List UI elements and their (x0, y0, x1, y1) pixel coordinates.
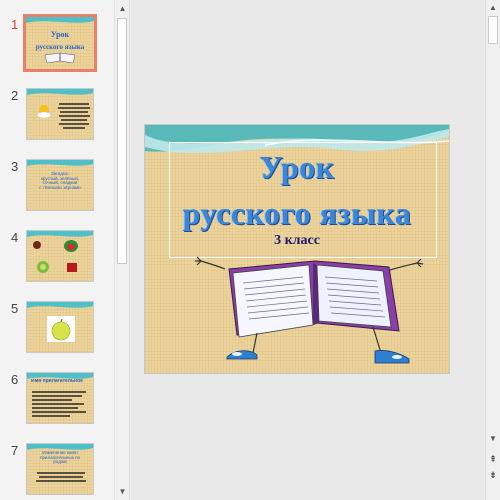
slide-number: 1 (11, 17, 19, 32)
slide-number: 4 (11, 230, 19, 245)
slide-preview (26, 88, 94, 140)
slide-text: Изменение имён прилагательных по родам (39, 451, 81, 465)
slide-thumbnail-1[interactable]: 1 Урок русского языка 3 класс (0, 14, 114, 89)
slide-title-line1: Урок (50, 29, 70, 39)
book-illustration[interactable] (177, 253, 427, 373)
slide-editing-area: Урок русского языка 3 класс (131, 0, 485, 500)
slide-preview: Изменение имён прилагательных по родам (26, 443, 94, 495)
slide-scrollbar[interactable]: ▲ ▼ ⇞ ⇟ (485, 0, 500, 500)
slide-body-lines (35, 470, 87, 484)
slide-text: Имя прилагательное (31, 379, 83, 384)
previous-slide-icon[interactable]: ⇞ (486, 452, 500, 466)
slide-preview: Имя прилагательное (26, 372, 94, 424)
slide-title-line1[interactable]: Урок (145, 149, 449, 186)
slide-number: 6 (11, 372, 19, 387)
slide-subtitle[interactable]: 3 класс (145, 233, 449, 249)
slide-preview (26, 230, 94, 282)
slide-thumbnail-4[interactable]: 4 (0, 230, 114, 302)
next-slide-icon[interactable]: ⇟ (486, 468, 500, 482)
scrollbar-thumb[interactable] (117, 18, 127, 264)
book-icon (44, 52, 76, 64)
thumbnail-scrollbar[interactable]: ▲ ▼ (114, 0, 130, 500)
slide-thumbnail-7[interactable]: 7 Изменение имён прилагательных по родам (0, 443, 114, 500)
slide-title-line2[interactable]: русского языка (145, 195, 449, 232)
slide-thumbnail-3[interactable]: 3 Загадка: круглый, зелёный, сочный, сла… (0, 159, 114, 231)
slide-thumbnail-6[interactable]: 6 Имя прилагательное (0, 372, 114, 444)
fruit-pictures-icon (33, 240, 78, 273)
slide-number: 2 (11, 88, 19, 103)
slide-number: 5 (11, 301, 19, 316)
slide-thumbnail-2[interactable]: 2 (0, 88, 114, 160)
slide-number: 3 (11, 159, 19, 174)
apple-icon (47, 316, 75, 342)
slide-thumbnail-5[interactable]: 5 (0, 301, 114, 373)
wave-decoration (27, 302, 93, 308)
scroll-up-icon[interactable]: ▲ (115, 1, 130, 17)
scroll-up-icon[interactable]: ▲ (486, 1, 500, 15)
scroll-down-icon[interactable]: ▼ (115, 484, 130, 500)
slide-body-lines (32, 389, 90, 419)
slide-text (57, 101, 91, 131)
slide-canvas[interactable]: Урок русского языка 3 класс (145, 125, 449, 373)
wave-decoration (27, 160, 93, 166)
slide-preview (26, 301, 94, 353)
sun-cloud-icon (36, 105, 52, 119)
wave-decoration (27, 89, 93, 95)
slide-thumbnail-pane: 1 Урок русского языка 3 класс 2 (0, 0, 114, 500)
slide-title-line2: русского языка (35, 43, 85, 52)
slide-preview: Загадка: круглый, зелёный, сочный, сладк… (26, 159, 94, 211)
scroll-down-icon[interactable]: ▼ (486, 432, 500, 446)
slide-text: Загадка: круглый, зелёный, сочный, сладк… (39, 172, 81, 190)
slide-preview: Урок русского языка 3 класс (23, 14, 97, 72)
scrollbar-thumb[interactable] (488, 16, 498, 44)
slide-number: 7 (11, 443, 19, 458)
